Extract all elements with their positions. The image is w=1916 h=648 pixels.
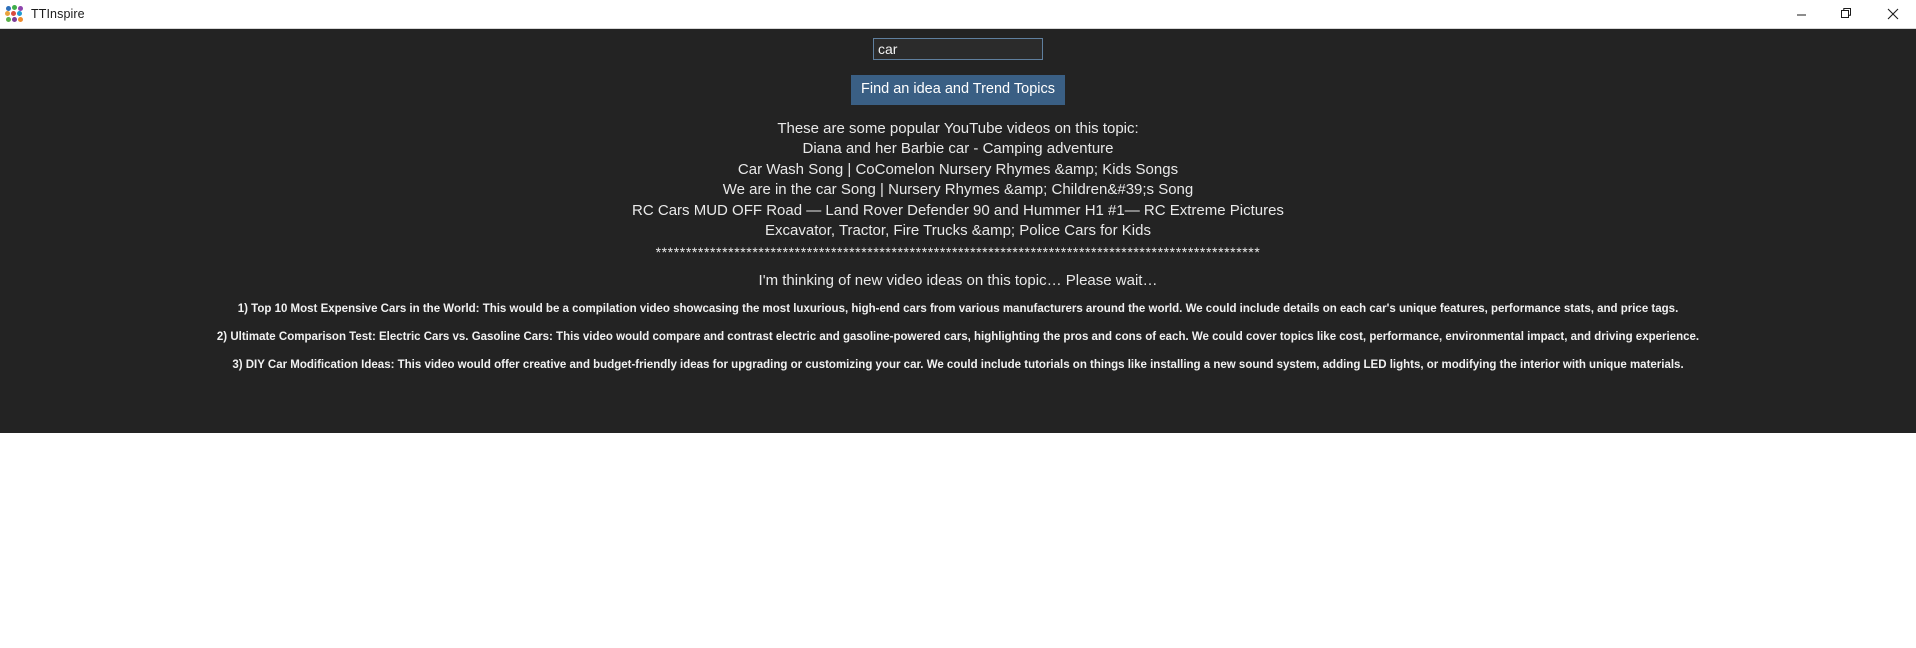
idea-item: 3) DIY Car Modification Ideas: This vide… [232,358,1684,371]
video-result-item: We are in the car Song | Nursery Rhymes … [722,181,1194,198]
video-result-item: Car Wash Song | CoComelon Nursery Rhymes… [737,160,1179,178]
results-heading: These are some popular YouTube videos on… [777,119,1139,137]
status-message: I'm thinking of new video ideas on this … [758,271,1158,289]
results-section: These are some popular YouTube videos on… [0,119,1916,291]
window-title: TTInspire [31,7,85,21]
desktop-background [0,433,1916,648]
restore-window-icon [1841,8,1851,18]
title-bar-left-group: TTInspire [0,5,85,23]
close-button[interactable] [1870,0,1916,28]
asterisk-divider: ****************************************… [655,243,1261,260]
generated-ideas-list: 1) Top 10 Most Expensive Cars in the Wor… [0,302,1916,386]
idea-item: 1) Top 10 Most Expensive Cars in the Wor… [237,302,1679,315]
video-result-item: RC Cars MUD OFF Road — Land Rover Defend… [632,201,1284,219]
video-result-item: Diana and her Barbie car - Camping adven… [802,140,1114,157]
close-icon [1887,8,1899,20]
title-bar: TTInspire [0,0,1916,29]
maximize-button[interactable] [1824,0,1870,28]
window-controls [1778,0,1916,28]
idea-item: 2) Ultimate Comparison Test: Electric Ca… [216,330,1700,343]
minimize-button[interactable] [1778,0,1824,28]
topic-search-input[interactable] [873,38,1043,60]
minimize-icon [1796,14,1806,15]
centered-content-column: Find an idea and Trend Topics These are … [0,29,1916,386]
app-content-area: Find an idea and Trend Topics These are … [0,29,1916,433]
video-result-item: Excavator, Tractor, Fire Trucks &amp; Po… [765,222,1151,239]
ttinspire-app-icon [5,5,23,23]
application-window: TTInspire car Find an idea and Trend Top… [0,0,1916,648]
find-idea-button[interactable]: Find an idea and Trend Topics [850,75,1065,105]
